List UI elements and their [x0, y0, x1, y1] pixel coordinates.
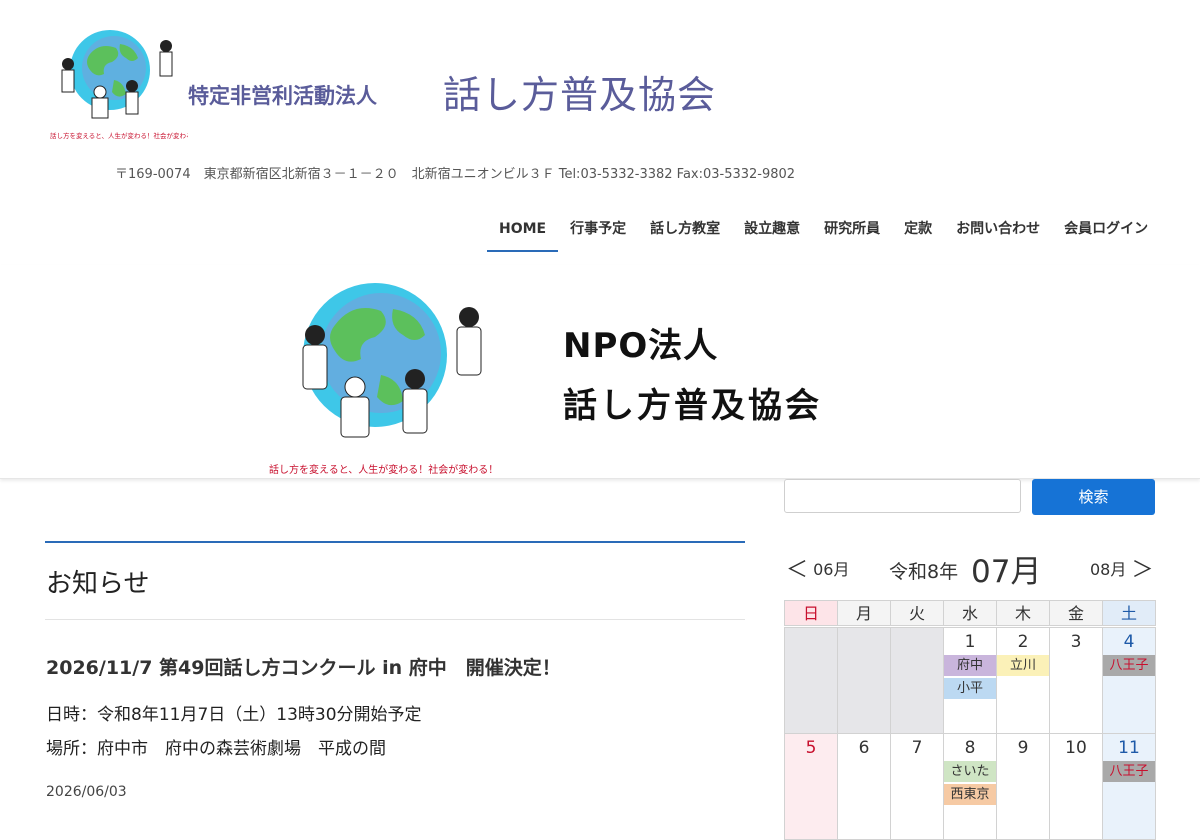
- weekday-header: 水: [943, 600, 997, 626]
- calendar-next-month[interactable]: 08月 ＞: [1090, 552, 1153, 584]
- next-month-label: 08月: [1090, 560, 1127, 579]
- section-top-rule: [45, 541, 745, 543]
- day-number: 3: [1070, 632, 1082, 652]
- weekday-header: 火: [890, 600, 944, 626]
- search-input[interactable]: [784, 479, 1021, 513]
- calendar-day-cell: [784, 627, 838, 734]
- section-title: お知らせ: [46, 569, 150, 599]
- post-datetime-line: 日時：令和8年11月7日（土）13時30分開始予定: [46, 705, 422, 725]
- day-number: 9: [1017, 738, 1029, 758]
- nav-researchers[interactable]: 研究所員: [812, 210, 892, 250]
- weekday-header: 土: [1102, 600, 1156, 626]
- weekday-header: 日: [784, 600, 838, 626]
- calendar-day-cell[interactable]: 5: [784, 733, 838, 840]
- nav-classes[interactable]: 話し方教室: [638, 210, 732, 250]
- globe-illustration: 話し方を変えると、人生が変わる！社会が変わる！: [269, 283, 498, 476]
- nav-founding[interactable]: 設立趣意: [732, 210, 812, 250]
- day-number: 10: [1065, 738, 1087, 758]
- day-number: 1: [964, 632, 976, 652]
- search-button[interactable]: 検索: [1032, 479, 1155, 515]
- banner-caption: 話し方を変えると、人生が変わる！社会が変わる！: [269, 463, 498, 476]
- org-type: 特定非営利活動法人: [188, 84, 377, 108]
- calendar-day-cell[interactable]: 8 さいた 西東京: [943, 733, 997, 840]
- day-number: 6: [858, 738, 870, 758]
- main-nav: HOME 行事予定 話し方教室 設立趣意 研究所員 定款 お問い合わせ 会員ログ…: [487, 210, 1160, 254]
- calendar-event-tag[interactable]: 府中: [944, 655, 996, 676]
- calendar-day-cell[interactable]: 4 八王子: [1102, 627, 1156, 734]
- calendar-event-tag[interactable]: 八王子: [1103, 655, 1155, 676]
- day-number: 4: [1123, 632, 1135, 652]
- calendar-day-cell[interactable]: 6: [837, 733, 891, 840]
- day-number: 2: [1017, 632, 1029, 652]
- calendar-day-cell: [890, 627, 944, 734]
- logo-caption: 話し方を変えると、人生が変わる！社会が変わる！: [50, 131, 188, 140]
- post-title[interactable]: 2026/11/7 第49回話し方コンクール in 府中 開催決定！: [46, 653, 561, 680]
- calendar-day-cell[interactable]: 1 府中 小平: [943, 627, 997, 734]
- day-number: 8: [964, 738, 976, 758]
- calendar-day-cell[interactable]: 3: [1049, 627, 1103, 734]
- nav-articles[interactable]: 定款: [892, 210, 944, 250]
- calendar-day-cell[interactable]: 2 立川: [996, 627, 1050, 734]
- calendar-day-cell[interactable]: 7: [890, 733, 944, 840]
- post-place-line: 場所：府中市 府中の森芸術劇場 平成の間: [46, 739, 386, 759]
- post-published-date: 2026/06/03: [46, 784, 127, 800]
- banner-heading-line2: 話し方普及協会: [563, 386, 822, 426]
- nav-events[interactable]: 行事予定: [558, 210, 638, 250]
- section-divider: [45, 619, 745, 620]
- day-number: 5: [805, 738, 817, 758]
- calendar-prev-month[interactable]: ＜ 06月: [786, 552, 849, 584]
- day-number: 7: [911, 738, 923, 758]
- weekday-header: 金: [1049, 600, 1103, 626]
- nav-member-login[interactable]: 会員ログイン: [1052, 210, 1160, 250]
- site-title[interactable]: 話し方普及協会: [443, 64, 716, 119]
- calendar-day-cell[interactable]: 11 八王子: [1102, 733, 1156, 840]
- calendar-event-tag[interactable]: 小平: [944, 678, 996, 699]
- prev-month-label: 06月: [813, 560, 850, 579]
- banner-heading-line1: NPO法人: [563, 326, 719, 366]
- calendar-month: 07月: [971, 554, 1042, 590]
- calendar-day-cell: [837, 627, 891, 734]
- logo[interactable]: 話し方を変えると、人生が変わる！社会が変わる！: [48, 24, 188, 142]
- hero-banner: [0, 265, 1200, 479]
- weekday-header: 月: [837, 600, 891, 626]
- calendar-event-tag[interactable]: 八王子: [1103, 761, 1155, 782]
- day-number: 11: [1118, 738, 1140, 758]
- chevron-left-icon: ＜: [786, 558, 809, 583]
- nav-home[interactable]: HOME: [487, 210, 559, 252]
- chevron-right-icon: ＞: [1131, 558, 1154, 583]
- calendar-event-tag[interactable]: 西東京: [944, 784, 996, 805]
- calendar-event-tag[interactable]: さいた: [944, 761, 996, 782]
- address: 〒169-0074 東京都新宿区北新宿３－１－２０ 北新宿ユニオンビル３Ｆ Te…: [115, 167, 796, 182]
- nav-contact[interactable]: お問い合わせ: [944, 210, 1052, 250]
- weekday-header: 木: [996, 600, 1050, 626]
- calendar-day-cell[interactable]: 10: [1049, 733, 1103, 840]
- calendar-event-tag[interactable]: 立川: [997, 655, 1049, 676]
- calendar-era: 令和8年: [889, 561, 959, 583]
- calendar-day-cell[interactable]: 9: [996, 733, 1050, 840]
